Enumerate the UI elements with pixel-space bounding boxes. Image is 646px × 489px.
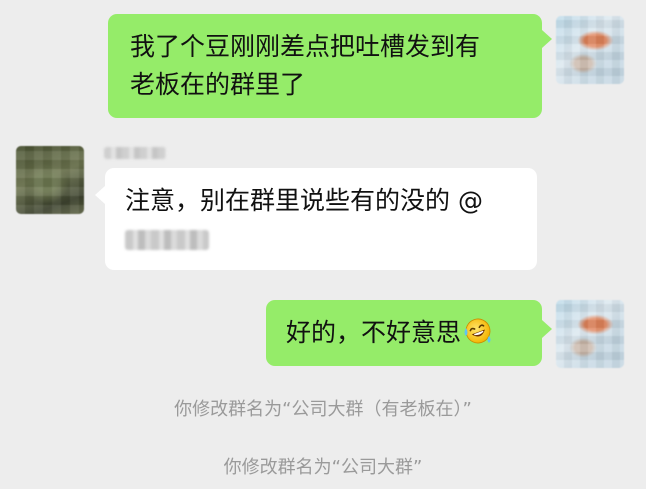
sender-name-redacted (104, 147, 166, 159)
sender-avatar[interactable] (16, 146, 84, 214)
bubble-tail (542, 30, 552, 48)
bubble-tail (95, 186, 105, 204)
mention-redacted (125, 230, 209, 250)
message-text-line: 老板在的群里了 (130, 70, 306, 99)
self-avatar[interactable] (556, 16, 624, 84)
message-text: 好的，不好意思 (286, 318, 462, 347)
system-notice: 你修改群名为“公司大群（有老板在）” (174, 399, 472, 420)
bubble-tail (542, 320, 552, 338)
laughing-crying-emoji-icon (463, 316, 493, 346)
message-text-line: 我了个豆刚刚差点把吐槽发到有 (130, 32, 481, 61)
system-notice: 你修改群名为“公司大群” (223, 457, 423, 478)
message-bubble-self[interactable]: 我了个豆刚刚差点把吐槽发到有 老板在的群里了 (108, 14, 542, 118)
message-text: 注意，别在群里说些有的没的 @ (125, 186, 483, 215)
message-bubble-other[interactable]: 注意，别在群里说些有的没的 @ (105, 168, 537, 270)
mention-line (125, 220, 537, 258)
message-bubble-self[interactable]: 好的，不好意思 (266, 300, 542, 366)
self-avatar[interactable] (556, 300, 624, 368)
